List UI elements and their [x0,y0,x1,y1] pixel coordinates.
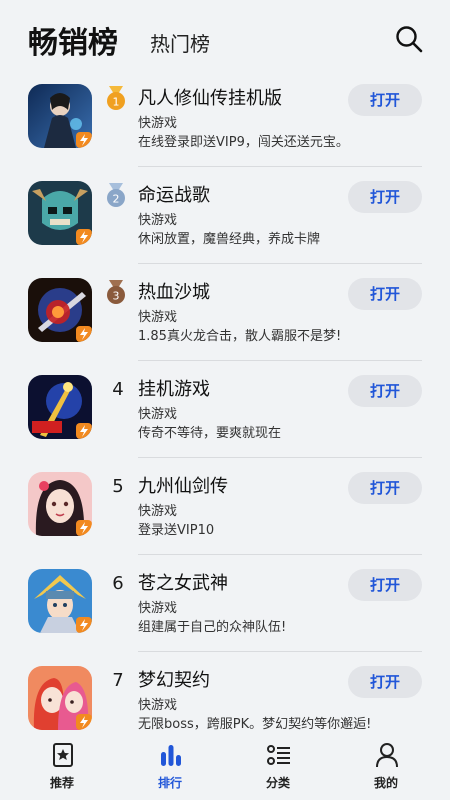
person-icon [376,743,398,768]
app-icon[interactable] [28,278,92,342]
svg-text:2: 2 [113,193,120,206]
page-title[interactable]: 畅销榜 [28,18,118,62]
tab-label: 排行 [157,776,182,790]
app-name[interactable]: 热血沙城 [138,278,210,304]
list-item[interactable]: 1 凡人修仙传挂机版 快游戏 在线登录即送VIP9，闯关还送元宝。 打开 [0,70,450,167]
open-button[interactable]: 打开 [348,84,422,116]
tab-recommend[interactable]: 推荐 [22,736,102,800]
svg-text:1: 1 [113,96,120,109]
bronze-medal-icon: 3 [107,280,125,304]
tab-ranking[interactable]: 排行 [130,736,210,800]
tab-label: 推荐 [49,776,74,790]
app-name[interactable]: 苍之女武神 [138,569,228,595]
rank-number: 7 [112,670,124,691]
rank-number: 5 [112,476,124,497]
app-icon[interactable] [28,375,92,439]
app-description: 登录送VIP10 [138,523,215,538]
tab-category[interactable]: 分类 [238,736,318,800]
app-description: 组建属于自己的众神队伍! [138,620,287,635]
app-description: 无限boss，跨服PK。梦幻契约等你邂逅! [138,717,372,732]
app-icon[interactable] [28,666,92,730]
app-icon[interactable] [28,181,92,245]
app-category: 快游戏 [138,601,178,616]
open-button[interactable]: 打开 [348,375,422,407]
app-category: 快游戏 [138,116,178,131]
app-category: 快游戏 [138,504,178,519]
bar-chart-icon [161,745,181,766]
app-category: 快游戏 [138,698,178,713]
rank-number: 6 [112,573,124,594]
app-name[interactable]: 梦幻契约 [138,666,210,692]
list-item[interactable]: 6 苍之女武神 快游戏 组建属于自己的众神队伍! 打开 [0,555,450,652]
app-icon[interactable] [28,84,92,148]
app-description: 在线登录即送VIP9，闯关还送元宝。 [138,135,349,150]
app-description: 1.85真火龙合击，散人霸服不是梦! [138,329,342,344]
app-name[interactable]: 挂机游戏 [138,375,210,401]
list-item[interactable]: 4 挂机游戏 快游戏 传奇不等待，要爽就现在 打开 [0,361,450,458]
app-category: 快游戏 [138,213,178,228]
tab-label: 分类 [265,776,290,790]
tab-mine[interactable]: 我的 [346,736,426,800]
rank-number: 4 [112,379,124,400]
app-description: 传奇不等待，要爽就现在 [138,426,282,441]
app-category: 快游戏 [138,310,178,325]
list-item[interactable]: 2 命运战歌 快游戏 休闲放置，魔兽经典，养成卡牌 打开 [0,167,450,264]
open-button[interactable]: 打开 [348,472,422,504]
app-category: 快游戏 [138,407,178,422]
tab-hot-list[interactable]: 热门榜 [150,28,210,57]
tab-label: 我的 [373,776,398,790]
list-icon [267,745,290,765]
open-button[interactable]: 打开 [348,181,422,213]
header: 畅销榜 热门榜 [0,0,450,80]
list-item[interactable]: 5 九州仙剑传 快游戏 登录送VIP10 打开 [0,458,450,555]
list-item[interactable]: 7 梦幻契约 快游戏 无限boss，跨服PK。梦幻契约等你邂逅! 打开 [0,652,450,749]
open-button[interactable]: 打开 [348,569,422,601]
silver-medal-icon: 2 [107,183,125,207]
app-name[interactable]: 凡人修仙传挂机版 [138,84,282,110]
app-name[interactable]: 命运战歌 [138,181,210,207]
app-description: 休闲放置，魔兽经典，养成卡牌 [138,232,321,247]
search-icon[interactable] [394,24,424,54]
open-button[interactable]: 打开 [348,666,422,698]
bottom-tab-bar: 推荐 排行 分类 我的 [0,736,450,800]
gold-medal-icon: 1 [107,86,125,110]
app-icon[interactable] [28,569,92,633]
star-icon [53,743,73,767]
app-name[interactable]: 九州仙剑传 [138,472,228,498]
app-icon[interactable] [28,472,92,536]
svg-text:3: 3 [113,290,120,303]
list-item[interactable]: 3 热血沙城 快游戏 1.85真火龙合击，散人霸服不是梦! 打开 [0,264,450,361]
open-button[interactable]: 打开 [348,278,422,310]
